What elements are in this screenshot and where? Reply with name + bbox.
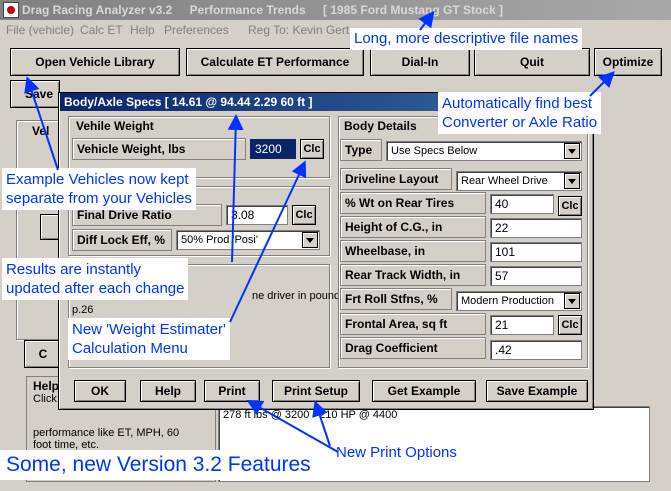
print-button[interactable]: Print [204, 380, 260, 402]
diff-lock-select[interactable]: 50% Prod 'Posi' [176, 230, 320, 250]
results-text: 278 ft lbs @ 3200 - 210 HP @ 4400 [223, 409, 398, 421]
body-section-title: Body Details [344, 119, 417, 133]
annotation-results: Results are instantly updated after each… [2, 258, 189, 300]
annotation-examples-line: Example Vehicles now kept [6, 171, 189, 188]
driveline-label: Driveline Layout [340, 168, 452, 190]
chevron-down-icon[interactable] [564, 143, 580, 159]
print-setup-button[interactable]: Print Setup [272, 380, 360, 402]
menu-help[interactable]: Help [130, 20, 155, 40]
company-name: Performance Trends [189, 3, 306, 17]
calculate-et-button[interactable]: Calculate ET Performance [186, 48, 364, 76]
wt-rear-label: % Wt on Rear Tires [340, 192, 486, 214]
menu-preferences[interactable]: Preferences [164, 20, 229, 40]
vehicle-weight-label: Vehicle Weight, lbs [72, 138, 246, 160]
chevron-down-icon[interactable] [564, 293, 580, 309]
frontal-area-clc-button[interactable]: Clc [558, 315, 582, 335]
window-title-bar: Drag Racing Analyzer v3.2 Performance Tr… [0, 0, 671, 20]
annotation-examples: Example Vehicles now kept separate from … [2, 168, 196, 210]
wheelbase-input[interactable]: 101 [490, 242, 582, 262]
help-button[interactable]: Help [140, 380, 196, 402]
wt-rear-input[interactable]: 40 [490, 194, 554, 214]
drag-coefficient-input[interactable]: .42 [490, 340, 582, 360]
type-value: Use Specs Below [391, 145, 478, 157]
roll-stiffness-select[interactable]: Modern Production [456, 291, 582, 311]
c-button[interactable]: C [24, 340, 62, 368]
dial-in-button[interactable]: Dial-In [370, 48, 470, 76]
chevron-down-icon[interactable] [302, 232, 318, 248]
track-width-label: Rear Track Width, in [340, 264, 486, 286]
driveline-value: Rear Wheel Drive [461, 175, 548, 187]
annotation-weight-line: Calculation Menu [72, 340, 188, 357]
wt-rear-clc-button[interactable]: Clc [558, 196, 582, 216]
drag-coefficient-label: Drag Coefficient [340, 337, 486, 359]
menu-calc-et[interactable]: Calc ET [80, 20, 123, 40]
open-vehicle-library-button[interactable]: Open Vehicle Library [10, 48, 180, 76]
page-reference: p.26 [72, 304, 94, 316]
menu-file[interactable]: File (vehicle) [6, 20, 74, 40]
save-button[interactable]: Save [10, 80, 60, 108]
optimize-button[interactable]: Optimize [594, 48, 662, 76]
app-title: Drag Racing Analyzer v3.2 [22, 3, 173, 17]
chevron-down-icon[interactable] [564, 173, 580, 189]
annotation-optimize-line: Automatically find best [442, 95, 593, 112]
weight-section-title: Vehile Weight [76, 119, 154, 133]
vehicle-frame-label: Vel [32, 124, 50, 138]
save-example-button[interactable]: Save Example [486, 380, 588, 402]
annotation-features: Some, new Version 3.2 Features [0, 450, 317, 480]
weight-clc-button[interactable]: Clc [300, 139, 324, 159]
cg-height-input[interactable]: 22 [490, 218, 582, 238]
quit-button[interactable]: Quit [474, 48, 590, 76]
final-drive-input[interactable]: 3.08 [226, 205, 288, 225]
track-width-input[interactable]: 57 [490, 266, 582, 286]
help-line: performance like ET, MPH, 60 [33, 427, 180, 439]
driveline-select[interactable]: Rear Wheel Drive [456, 171, 582, 191]
type-select[interactable]: Use Specs Below [386, 141, 582, 161]
annotation-print-options: New Print Options [332, 442, 461, 464]
engine-help-text: ne driver in pounds. [252, 290, 349, 302]
cg-height-label: Height of C.G., in [340, 216, 486, 238]
type-label: Type [340, 139, 382, 161]
annotation-results-line: Results are instantly [6, 261, 142, 278]
vehicle-weight-input[interactable]: 3200 [250, 139, 296, 159]
annotation-file-names: Long, more descriptive file names [350, 28, 583, 50]
roll-stiffness-label: Frt Roll Stfns, % [340, 288, 452, 310]
roll-stiffness-value: Modern Production [461, 295, 554, 307]
file-title: [ 1985 Ford Mustang GT Stock ] [323, 3, 504, 17]
annotation-examples-line: separate from your Vehicles [6, 190, 192, 207]
diff-lock-value: 50% Prod 'Posi' [181, 234, 258, 246]
background-button[interactable] [40, 214, 60, 240]
annotation-weight-estimater: New 'Weight Estimater' Calculation Menu [68, 318, 230, 360]
app-icon [3, 2, 19, 18]
frontal-area-input[interactable]: 21 [490, 315, 554, 335]
annotation-optimize: Automatically find best Converter or Axl… [438, 92, 602, 134]
final-drive-clc-button[interactable]: Clc [292, 205, 316, 225]
annotation-optimize-line: Converter or Axle Ratio [442, 114, 598, 131]
wheelbase-label: Wheelbase, in [340, 240, 486, 262]
diff-lock-label: Diff Lock Eff, % [72, 229, 172, 251]
frontal-area-label: Frontal Area, sq ft [340, 313, 486, 335]
get-example-button[interactable]: Get Example [372, 380, 476, 402]
annotation-weight-line: New 'Weight Estimater' [72, 321, 226, 338]
ok-button[interactable]: OK [74, 380, 126, 402]
annotation-results-line: updated after each change [6, 280, 185, 297]
registration-label: Reg To: Kevin Gert [248, 23, 350, 37]
